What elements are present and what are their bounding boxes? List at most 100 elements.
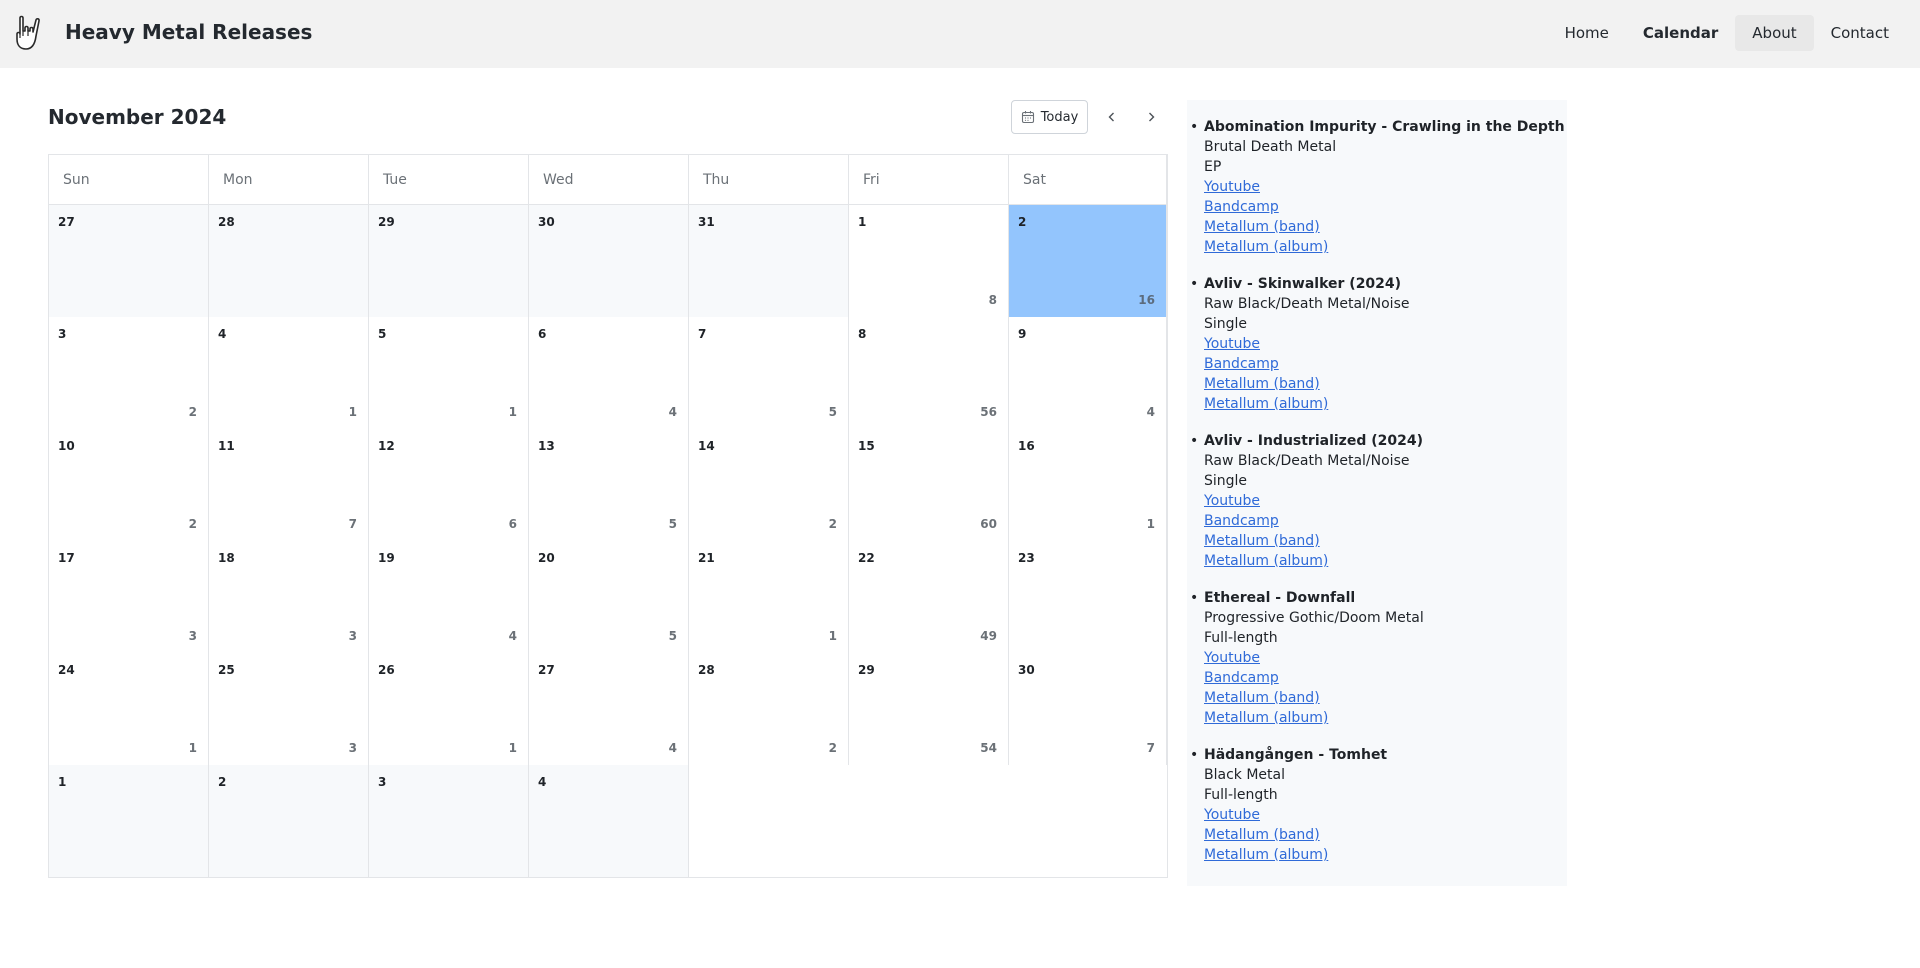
rock-hand-icon[interactable] xyxy=(12,14,44,54)
release-link[interactable]: Metallum (band) xyxy=(1204,688,1567,708)
release-genre: Brutal Death Metal xyxy=(1204,139,1337,155)
day-cell[interactable]: 3 xyxy=(369,765,529,877)
release-link[interactable]: Youtube xyxy=(1204,648,1567,668)
release-link[interactable]: Bandcamp xyxy=(1204,354,1567,374)
next-month-button[interactable] xyxy=(1138,104,1164,130)
release-link[interactable]: Youtube xyxy=(1204,177,1567,197)
release-link[interactable]: Metallum (album) xyxy=(1204,551,1567,571)
releases-list: • Abomination Impurity - Crawling in the … xyxy=(1187,100,1567,865)
day-cell[interactable]: 24 1 xyxy=(49,653,209,765)
release-link[interactable]: Metallum (album) xyxy=(1204,845,1567,865)
calendar-week: 27 28 29 30 31 1 8 2 16 xyxy=(49,205,1167,317)
day-cell[interactable]: 22 49 xyxy=(849,541,1009,653)
release-genre: Progressive Gothic/Doom Metal xyxy=(1204,610,1424,626)
day-cell[interactable]: 29 54 xyxy=(849,653,1009,765)
release-link[interactable]: Youtube xyxy=(1204,805,1567,825)
release-type: EP xyxy=(1204,159,1222,175)
day-cell[interactable]: 11 7 xyxy=(209,429,369,541)
day-cell[interactable]: 12 6 xyxy=(369,429,529,541)
day-cell[interactable]: 75 xyxy=(689,317,849,429)
nav-home[interactable]: Home xyxy=(1548,15,1626,51)
day-number: 28 xyxy=(218,215,235,229)
release-link[interactable]: Bandcamp xyxy=(1204,668,1567,688)
release-count: 1 xyxy=(508,741,517,755)
day-cell[interactable]: 18 xyxy=(849,205,1009,317)
day-cell[interactable]: 31 xyxy=(689,205,849,317)
day-number: 11 xyxy=(218,439,235,453)
day-cell[interactable]: 16 1 xyxy=(1009,429,1167,541)
nav-about[interactable]: About xyxy=(1735,15,1814,51)
today-label: Today xyxy=(1040,109,1079,125)
day-cell[interactable]: 20 5 xyxy=(529,541,689,653)
release-count: 4 xyxy=(668,741,677,755)
release-type: Single xyxy=(1204,316,1248,332)
calendar-week: 10 2 11 7 12 6 13 5 14 2 15 60 16 1 xyxy=(49,429,1167,541)
day-cell[interactable]: 30 7 xyxy=(1009,653,1167,765)
day-cell[interactable]: 64 xyxy=(529,317,689,429)
release-link[interactable]: Metallum (band) xyxy=(1204,531,1567,551)
day-cell[interactable]: 23 xyxy=(1009,541,1167,653)
day-cell[interactable]: 19 4 xyxy=(369,541,529,653)
release-type: Single xyxy=(1204,473,1248,489)
day-cell[interactable]: 51 xyxy=(369,317,529,429)
release-link[interactable]: Metallum (album) xyxy=(1204,237,1567,257)
day-cell[interactable]: 27 xyxy=(49,205,209,317)
day-number: 26 xyxy=(378,663,395,677)
release-link[interactable]: Bandcamp xyxy=(1204,197,1567,217)
calendar-week: 3 2 4 1 5 1 6 4 7 5 8 56 9 4 xyxy=(49,317,1167,429)
release-count: 3 xyxy=(188,629,197,643)
day-cell[interactable]: 27 4 xyxy=(529,653,689,765)
release-link[interactable]: Metallum (album) xyxy=(1204,394,1567,414)
day-cell[interactable]: 94 xyxy=(1009,317,1167,429)
month-title: November 2024 xyxy=(48,105,227,129)
day-cell[interactable]: 2 xyxy=(209,765,369,877)
day-number: 8 xyxy=(858,327,867,341)
day-cell[interactable]: 15 60 xyxy=(849,429,1009,541)
prev-month-button[interactable] xyxy=(1099,104,1125,130)
day-cell[interactable]: 17 3 xyxy=(49,541,209,653)
day-cell[interactable]: 25 3 xyxy=(209,653,369,765)
release-link[interactable]: Metallum (album) xyxy=(1204,708,1567,728)
today-button[interactable]: Today xyxy=(1011,100,1088,134)
day-number: 16 xyxy=(1018,439,1035,453)
release-count: 1 xyxy=(828,629,837,643)
weekday-label: Tue xyxy=(369,155,529,205)
release-item: • Avliv - Skinwalker (2024) Raw Black/Deat… xyxy=(1187,274,1567,414)
release-count: 4 xyxy=(508,629,517,643)
weekday-label: Sun xyxy=(49,155,209,205)
release-link[interactable]: Bandcamp xyxy=(1204,511,1567,531)
day-cell[interactable]: 1 xyxy=(49,765,209,877)
day-cell[interactable]: 41 xyxy=(209,317,369,429)
release-count: 6 xyxy=(508,517,517,531)
day-cell[interactable]: 28 xyxy=(209,205,369,317)
release-genre: Black Metal xyxy=(1204,767,1285,783)
day-cell[interactable]: 8 56 xyxy=(849,317,1009,429)
day-cell[interactable]: 10 2 xyxy=(49,429,209,541)
day-cell[interactable]: 14 2 xyxy=(689,429,849,541)
day-cell[interactable]: 18 3 xyxy=(209,541,369,653)
release-link[interactable]: Metallum (band) xyxy=(1204,374,1567,394)
day-cell[interactable]: 32 xyxy=(49,317,209,429)
nav-contact[interactable]: Contact xyxy=(1814,15,1906,51)
release-link[interactable]: Metallum (band) xyxy=(1204,825,1567,845)
release-link[interactable]: Youtube xyxy=(1204,491,1567,511)
release-count: 1 xyxy=(1146,517,1155,531)
main-nav: Home Calendar About Contact xyxy=(1548,15,1906,51)
calendar-grid: Sun Mon Tue Wed Thu Fri Sat 27 28 29 30 31 1 8 2 16 3 2 4… xyxy=(48,154,1168,878)
day-cell[interactable]: 28 2 xyxy=(689,653,849,765)
weekday-label: Fri xyxy=(849,155,1009,205)
day-cell[interactable]: 26 1 xyxy=(369,653,529,765)
release-link[interactable]: Youtube xyxy=(1204,334,1567,354)
day-cell[interactable]: 13 5 xyxy=(529,429,689,541)
site-header: Heavy Metal Releases Home Calendar About… xyxy=(0,0,1920,68)
day-cell-selected[interactable]: 2 16 xyxy=(1009,205,1167,317)
day-cell[interactable]: 30 xyxy=(529,205,689,317)
day-number: 10 xyxy=(58,439,75,453)
day-cell[interactable]: 4 xyxy=(529,765,689,877)
release-link[interactable]: Metallum (band) xyxy=(1204,217,1567,237)
nav-calendar[interactable]: Calendar xyxy=(1626,15,1735,51)
day-cell[interactable]: 21 1 xyxy=(689,541,849,653)
day-cell[interactable]: 29 xyxy=(369,205,529,317)
day-number: 27 xyxy=(58,215,75,229)
release-count: 7 xyxy=(348,517,357,531)
